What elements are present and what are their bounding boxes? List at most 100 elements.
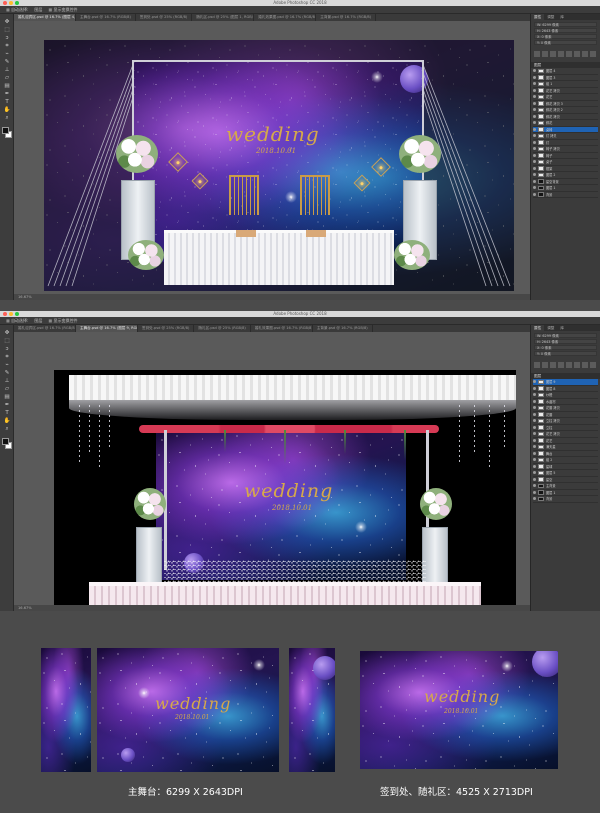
- adjustment-icon[interactable]: [558, 51, 564, 57]
- adjustment-icon[interactable]: [590, 51, 596, 57]
- visibility-eye-icon[interactable]: [533, 471, 536, 475]
- visibility-eye-icon[interactable]: [533, 497, 536, 501]
- doc-tab[interactable]: 主背景.psd @ 16.7% (RGB/8): [313, 325, 373, 332]
- visibility-eye-icon[interactable]: [533, 419, 536, 423]
- pen-icon[interactable]: ✒: [0, 401, 14, 409]
- tab-adjustments[interactable]: 调整: [544, 14, 557, 20]
- type-icon[interactable]: T: [0, 409, 14, 417]
- lasso-tool-icon[interactable]: ↄ: [0, 345, 14, 353]
- doc-tab[interactable]: 主舞台.psd @ 16.7% (RGB/8): [76, 14, 136, 21]
- brush-icon[interactable]: ✎: [0, 369, 14, 377]
- visibility-eye-icon[interactable]: [533, 75, 536, 79]
- canvas-area[interactable]: wedding 2018.10.01: [14, 21, 530, 300]
- foreground-color[interactable]: [2, 127, 9, 134]
- foreground-color[interactable]: [2, 438, 9, 445]
- move-tool-icon[interactable]: ✥: [0, 329, 14, 337]
- doc-tab[interactable]: 婚礼迎宾区.psd @ 16.7% (RGB/8): [14, 325, 76, 332]
- visibility-eye-icon[interactable]: [533, 108, 536, 112]
- canvas-area[interactable]: wedding 2018.10.01: [14, 332, 530, 611]
- tab-libraries[interactable]: 库: [557, 325, 567, 331]
- adjustment-icon[interactable]: [566, 51, 572, 57]
- prop-field[interactable]: X: 0 像素: [534, 345, 597, 350]
- prop-field[interactable]: Y: 0 像素: [534, 351, 597, 356]
- adjustment-icon[interactable]: [590, 362, 596, 368]
- gradient-icon[interactable]: ▤: [0, 393, 14, 401]
- prop-field[interactable]: H: 2643 像素: [534, 28, 597, 33]
- crop-tool-icon[interactable]: ⌗: [0, 353, 14, 361]
- show-transform-option[interactable]: 显示变换控件: [48, 317, 77, 324]
- doc-tab[interactable]: 签到处.psd @ 25% (RGB/8): [136, 14, 193, 21]
- visibility-eye-icon[interactable]: [533, 458, 536, 462]
- tab-adjustments[interactable]: 调整: [544, 325, 557, 331]
- close-icon[interactable]: [3, 312, 7, 316]
- adjustment-icon[interactable]: [582, 51, 588, 57]
- window-controls[interactable]: [3, 312, 19, 316]
- visibility-eye-icon[interactable]: [533, 82, 536, 86]
- tab-properties[interactable]: 属性: [531, 325, 545, 331]
- tab-libraries[interactable]: 库: [557, 14, 567, 20]
- adjustment-icon[interactable]: [542, 51, 548, 57]
- doc-tab[interactable]: 主舞台.psd @ 16.7% (图层 9, RGB/8): [76, 325, 138, 332]
- minimize-icon[interactable]: [9, 1, 13, 5]
- visibility-eye-icon[interactable]: [533, 445, 536, 449]
- adjustment-icon[interactable]: [582, 362, 588, 368]
- gradient-icon[interactable]: ▤: [0, 82, 14, 90]
- zoom-icon[interactable]: [15, 312, 19, 316]
- crop-tool-icon[interactable]: ⌗: [0, 42, 14, 50]
- zoom-icon[interactable]: [15, 1, 19, 5]
- visibility-eye-icon[interactable]: [533, 438, 536, 442]
- visibility-eye-icon[interactable]: [533, 425, 536, 429]
- visibility-eye-icon[interactable]: [533, 88, 536, 92]
- visibility-eye-icon[interactable]: [533, 399, 536, 403]
- visibility-eye-icon[interactable]: [533, 186, 536, 190]
- visibility-eye-icon[interactable]: [533, 432, 536, 436]
- lasso-tool-icon[interactable]: ↄ: [0, 34, 14, 42]
- adjustment-icon[interactable]: [542, 362, 548, 368]
- eraser-icon[interactable]: ▱: [0, 385, 14, 393]
- doc-tab[interactable]: 婚礼效果图.psd @ 16.7% (RGB/8): [251, 325, 313, 332]
- eraser-icon[interactable]: ▱: [0, 74, 14, 82]
- document-canvas[interactable]: wedding 2018.10.01: [54, 370, 516, 610]
- visibility-eye-icon[interactable]: [533, 166, 536, 170]
- hand-icon[interactable]: ✋: [0, 106, 14, 114]
- auto-select-option[interactable]: 自动选择:: [6, 6, 28, 13]
- close-icon[interactable]: [3, 1, 7, 5]
- adjustment-icon[interactable]: [550, 362, 556, 368]
- doc-tab[interactable]: 签到处.psd @ 25% (RGB/8): [138, 325, 195, 332]
- visibility-eye-icon[interactable]: [533, 179, 536, 183]
- visibility-eye-icon[interactable]: [533, 173, 536, 177]
- visibility-eye-icon[interactable]: [533, 406, 536, 410]
- hand-icon[interactable]: ✋: [0, 417, 14, 425]
- visibility-eye-icon[interactable]: [533, 121, 536, 125]
- visibility-eye-icon[interactable]: [533, 451, 536, 455]
- adjustment-icon[interactable]: [534, 51, 540, 57]
- prop-field[interactable]: Y: 0 像素: [534, 40, 597, 45]
- visibility-eye-icon[interactable]: [533, 192, 536, 196]
- layer-row[interactable]: 背景: [533, 192, 598, 198]
- visibility-eye-icon[interactable]: [533, 134, 536, 138]
- tab-properties[interactable]: 属性: [531, 14, 545, 20]
- eyedropper-icon[interactable]: ⌁: [0, 50, 14, 58]
- doc-tab[interactable]: 主背景.psd @ 16.7% (RGB/8): [316, 14, 377, 21]
- adjustment-icon[interactable]: [534, 362, 540, 368]
- visibility-eye-icon[interactable]: [533, 114, 536, 118]
- eyedropper-icon[interactable]: ⌁: [0, 361, 14, 369]
- zoom-tool-icon[interactable]: ⌕: [0, 114, 14, 122]
- doc-tab[interactable]: 婚礼效果图.psd @ 16.7% (RGB/8): [254, 14, 317, 21]
- adjustment-icon[interactable]: [558, 362, 564, 368]
- visibility-eye-icon[interactable]: [533, 101, 536, 105]
- adjustment-icon[interactable]: [574, 362, 580, 368]
- visibility-eye-icon[interactable]: [533, 484, 536, 488]
- adjustment-icon[interactable]: [574, 51, 580, 57]
- color-swatches[interactable]: [0, 437, 14, 451]
- adjustment-icon[interactable]: [550, 51, 556, 57]
- prop-field[interactable]: W: 6299 像素: [534, 333, 597, 338]
- stamp-icon[interactable]: ⊥: [0, 377, 14, 385]
- doc-tab[interactable]: 随礼区.psd @ 25% (RGB/8): [194, 325, 251, 332]
- document-canvas[interactable]: wedding 2018.10.01: [44, 40, 514, 291]
- minimize-icon[interactable]: [9, 312, 13, 316]
- visibility-eye-icon[interactable]: [533, 153, 536, 157]
- adjustment-icon[interactable]: [566, 362, 572, 368]
- visibility-eye-icon[interactable]: [533, 127, 536, 131]
- visibility-eye-icon[interactable]: [533, 393, 536, 397]
